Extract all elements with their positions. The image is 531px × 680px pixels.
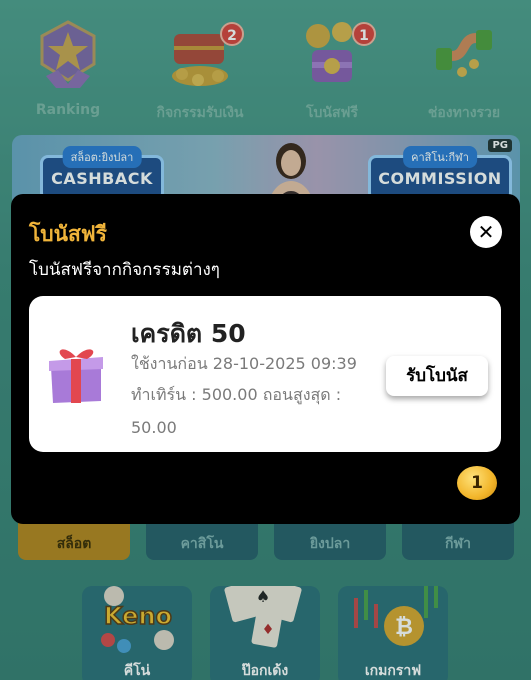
turnover-info: ทำเทิร์น : 500.00 ถอนสูงสุด : 50.00 [131, 385, 342, 437]
modal-subtitle: โบนัสฟรีจากกิจกรรมต่างๆ [29, 260, 220, 280]
gift-icon [49, 349, 103, 403]
expire-date: ใช้งานก่อน 28-10-2025 09:39 [131, 354, 357, 373]
close-button[interactable]: ✕ [470, 216, 502, 248]
free-bonus-modal: โบนัสฟรี โบนัสฟรีจากกิจกรรมต่างๆ ✕ เครดิ… [11, 194, 520, 524]
credit-amount: เครดิต 50 [131, 319, 246, 348]
claim-bonus-button[interactable]: รับโบนัส [386, 356, 488, 396]
page-indicator[interactable]: 1 [457, 466, 497, 500]
close-icon: ✕ [477, 220, 495, 244]
bonus-card: เครดิต 50 ใช้งานก่อน 28-10-2025 09:39 ทำ… [29, 296, 501, 452]
modal-title: โบนัสฟรี [29, 222, 107, 246]
